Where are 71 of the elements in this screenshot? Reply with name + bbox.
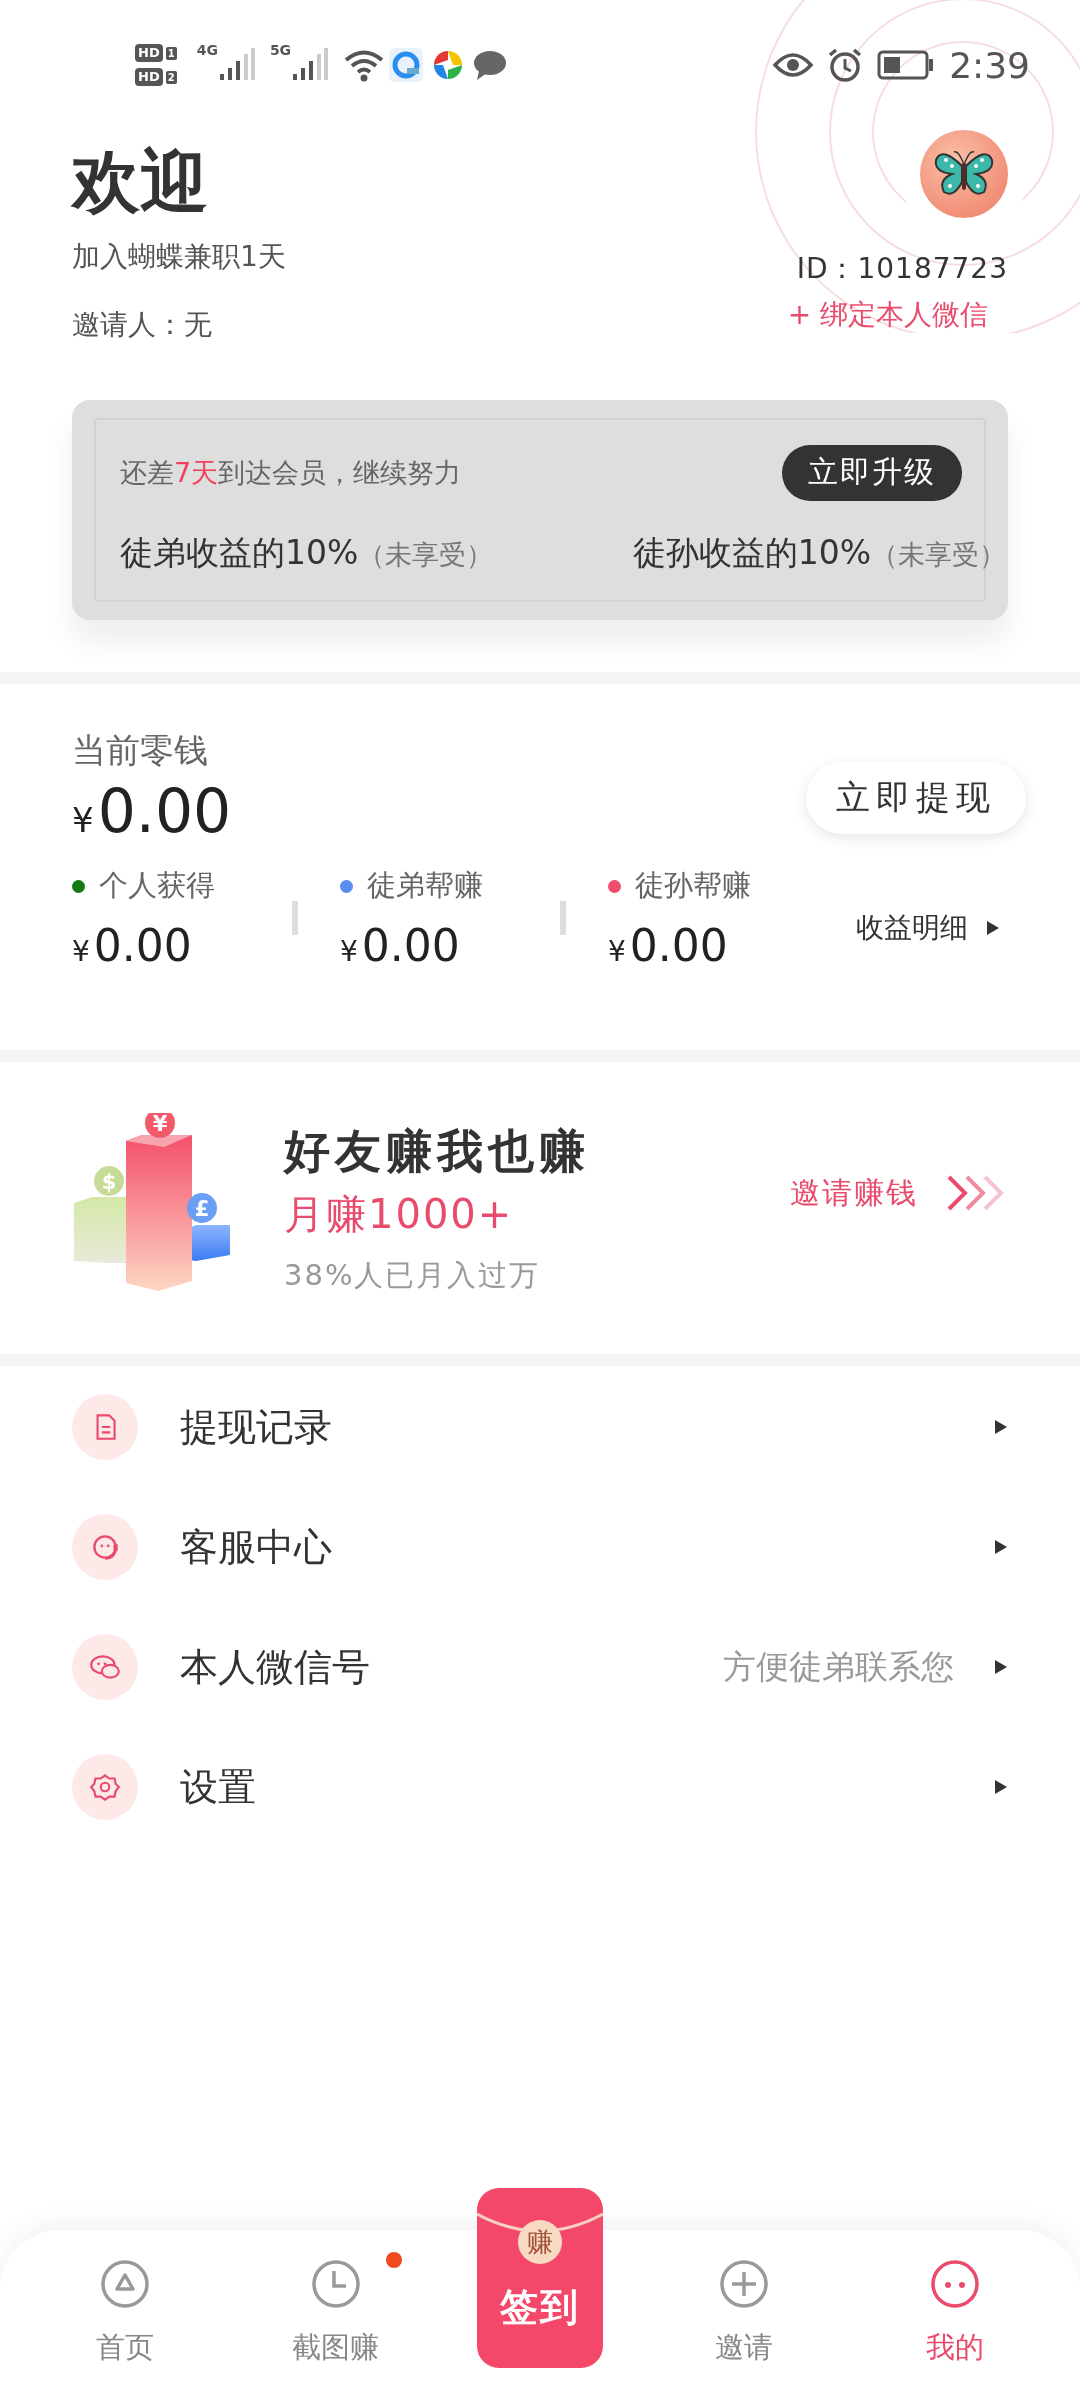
menu-item[interactable]: 本人微信号 方便徒弟联系您 xyxy=(72,1607,1008,1727)
join-days-text: 加入蝴蝶兼职1天 xyxy=(72,239,287,275)
play-arrow-icon xyxy=(994,1419,1008,1435)
currency-sign: ¥ xyxy=(340,935,358,968)
coin-icon: $ xyxy=(94,1166,124,1196)
browser-app-icon xyxy=(389,48,424,82)
statistic-note: 38%人已月入过万 xyxy=(284,1256,542,1294)
earning-amount: 0.00 xyxy=(361,920,460,971)
battery-icon xyxy=(877,50,936,80)
sim-slot-label: 1 xyxy=(165,46,177,60)
clock-time: 2:39 xyxy=(949,44,1030,86)
earning-label: 个人获得 xyxy=(99,867,215,904)
menu-item[interactable]: 设置 xyxy=(72,1727,1008,1847)
tab[interactable]: 邀请 xyxy=(639,2230,850,2400)
play-arrow-icon xyxy=(994,1779,1008,1795)
currency-sign: ¥ xyxy=(72,935,90,968)
hd-badge: HD xyxy=(135,68,163,86)
earning-amount: 0.00 xyxy=(93,920,192,971)
home-icon xyxy=(99,2258,152,2310)
tab[interactable]: 截图赚 xyxy=(230,2230,441,2400)
balance-amount: 0.00 xyxy=(97,776,232,846)
menu-label: 提现记录 xyxy=(180,1403,333,1451)
menu-hint: 方便徒弟联系您 xyxy=(723,1645,954,1688)
plus-icon xyxy=(718,2258,771,2310)
tab[interactable]: 首页 xyxy=(20,2230,231,2400)
inviter-text: 邀请人：无 xyxy=(72,307,213,343)
benefit-label: 徒孙收益的10% xyxy=(632,532,871,572)
seal-badge: 赚 xyxy=(518,2220,562,2264)
earning-label: 徒孙帮赚 xyxy=(635,867,751,904)
menu-label: 设置 xyxy=(180,1763,257,1811)
currency-sign: ¥ xyxy=(72,800,94,840)
monthly-earnings-text: 月赚1000+ xyxy=(284,1189,515,1239)
sim-slot-label: 2 xyxy=(165,70,177,84)
network-label: 5G xyxy=(269,42,292,58)
user-id-text: ID：10187723 xyxy=(796,251,1008,287)
dots-face-icon xyxy=(928,2258,981,2310)
menu-label: 客服中心 xyxy=(180,1523,333,1571)
signal-icon xyxy=(291,48,330,82)
membership-notice: 还差7天到达会员，继续努力 xyxy=(120,455,462,490)
earning-label: 徒弟帮赚 xyxy=(367,867,483,904)
menu-label: 本人微信号 xyxy=(180,1643,371,1691)
benefit-status: （未享受） xyxy=(358,538,494,570)
play-arrow-icon xyxy=(986,920,1000,936)
invite-title: 好友赚我也赚 xyxy=(284,1122,591,1180)
benefit-status: （未享受） xyxy=(871,538,1006,570)
eye-icon xyxy=(773,51,814,79)
signal-icon xyxy=(217,48,256,82)
invite-earn-link[interactable]: 邀请赚钱 xyxy=(790,1172,1008,1214)
check-in-button[interactable]: 赚 签到 xyxy=(477,2188,603,2368)
balance-title: 当前零钱 xyxy=(72,729,209,772)
earning-amount: 0.00 xyxy=(629,920,728,971)
tab[interactable]: 我的 xyxy=(849,2230,1061,2400)
earnings-detail-link[interactable]: 收益明细 xyxy=(856,909,1000,947)
alarm-clock-icon xyxy=(827,47,864,83)
currency-sign: ¥ xyxy=(608,935,626,968)
chat-bubble-icon xyxy=(473,49,508,81)
wifi-icon xyxy=(343,48,386,82)
bind-wechat-link[interactable]: + 绑定本人微信 xyxy=(787,296,988,334)
menu-item[interactable]: 客服中心 xyxy=(72,1487,1008,1607)
welcome-title: 欢迎 xyxy=(72,141,209,223)
play-arrow-icon xyxy=(994,1659,1008,1675)
clock-icon xyxy=(309,2258,362,2310)
coin-icon: £ xyxy=(187,1193,217,1223)
menu-item[interactable]: 提现记录 xyxy=(72,1367,1008,1487)
coin-icon: ¥ xyxy=(145,1113,175,1138)
network-label: 4G xyxy=(196,42,218,58)
hd-badge: HD xyxy=(135,44,163,62)
play-arrow-icon xyxy=(994,1539,1008,1555)
upgrade-button[interactable]: 立即升级 xyxy=(782,444,962,501)
benefit-label: 徒弟收益的10% xyxy=(120,532,359,572)
withdraw-button[interactable]: 立即提现 xyxy=(806,762,1026,834)
